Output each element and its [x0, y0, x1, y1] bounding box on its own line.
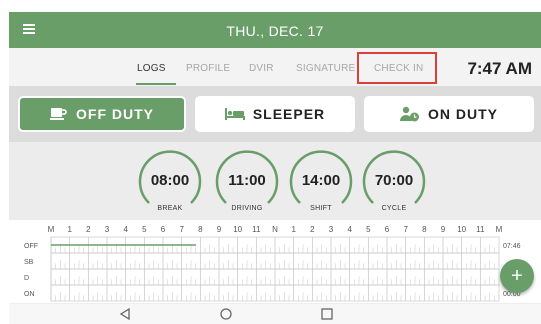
- app-header: THU., DEC. 17: [9, 12, 541, 48]
- hour-label: 10: [233, 225, 242, 234]
- hour-label: 2: [310, 225, 315, 234]
- hour-label: 3: [105, 225, 110, 234]
- hour-label: 1: [67, 225, 72, 234]
- shift-gauge: 14:00 SHIFT: [286, 145, 356, 217]
- hour-label: 10: [457, 225, 466, 234]
- hour-label: 6: [161, 225, 166, 234]
- off-duty-button[interactable]: OFF DUTY: [18, 96, 186, 132]
- hour-label: 4: [347, 225, 352, 234]
- tab-bar: LOGS PROFILE DVIR SIGNATURE CHECK IN 7:4…: [9, 48, 541, 87]
- sleeper-label: SLEEPER: [252, 106, 326, 122]
- hour-label: 2: [86, 225, 91, 234]
- row-total: 07:46: [503, 243, 521, 250]
- hours-gauges: 08:00 BREAK 11:00 DRIVING 14:00 SHIFT 70…: [9, 142, 541, 220]
- log-grid-chart: M 1 2 3 4 5 6 7 8 9 10 11 N 1 2 3 4 5 6 7 8 9 10 11 M OFF 07:46 SB D…: [24, 225, 521, 302]
- hour-label: 3: [329, 225, 334, 234]
- hour-label: 6: [385, 225, 390, 234]
- coffee-cup-icon: [50, 108, 67, 120]
- tab-dvir[interactable]: DVIR: [249, 63, 274, 74]
- row-label: ON: [24, 291, 35, 298]
- bed-icon: [224, 108, 245, 120]
- hour-label: 1: [291, 225, 296, 234]
- driving-label: DRIVING: [231, 205, 263, 212]
- break-value: 08:00: [150, 172, 190, 189]
- recents-square-icon[interactable]: [321, 308, 333, 320]
- active-tab-indicator: [136, 83, 176, 85]
- shift-value: 14:00: [301, 172, 341, 189]
- on-duty-button[interactable]: ON DUTY: [364, 96, 534, 132]
- check-in-highlight-box: [357, 52, 437, 84]
- hour-label: 5: [366, 225, 371, 234]
- home-circle-icon[interactable]: [220, 308, 232, 320]
- add-event-button[interactable]: +: [500, 259, 534, 293]
- row-label: OFF: [24, 243, 38, 250]
- cycle-label: CYCLE: [381, 205, 407, 212]
- hour-label: N: [272, 225, 278, 234]
- log-grid[interactable]: M 1 2 3 4 5 6 7 8 9 10 11 N 1 2 3 4 5 6 7 8 9 10 11 M OFF 07:46 SB D…: [9, 220, 541, 303]
- driving-value: 11:00: [228, 172, 266, 189]
- shift-label: SHIFT: [310, 205, 332, 212]
- cycle-value: 70:00: [374, 172, 414, 189]
- duty-status-bar: OFF DUTY SLEEPER ON DUTY: [9, 87, 541, 142]
- hour-label: 11: [252, 225, 261, 234]
- row-label: SB: [24, 259, 34, 266]
- cycle-gauge: 70:00 CYCLE: [359, 145, 429, 217]
- system-nav-bar: [9, 303, 541, 324]
- row-label: D: [24, 275, 29, 282]
- sleeper-button[interactable]: SLEEPER: [195, 96, 355, 132]
- off-duty-label: OFF DUTY: [76, 106, 154, 122]
- tab-logs[interactable]: LOGS: [137, 63, 166, 74]
- break-label: BREAK: [157, 205, 183, 212]
- tab-signature[interactable]: SIGNATURE: [296, 63, 355, 74]
- hour-label: 7: [403, 225, 408, 234]
- moon-icon[interactable]: [511, 20, 531, 40]
- tab-profile[interactable]: PROFILE: [186, 63, 230, 74]
- hour-label: 7: [179, 225, 184, 234]
- hour-label: 8: [198, 225, 203, 234]
- driver-clock-icon: [400, 106, 419, 122]
- hour-label: 9: [441, 225, 446, 234]
- current-time: 7:47 AM: [467, 59, 532, 78]
- back-triangle-icon[interactable]: [119, 308, 131, 320]
- hour-label: M: [496, 225, 503, 234]
- hour-label: 11: [476, 225, 485, 234]
- on-duty-label: ON DUTY: [428, 106, 498, 122]
- hour-label: 5: [142, 225, 147, 234]
- driving-gauge: 11:00 DRIVING: [212, 145, 282, 217]
- page-title: THU., DEC. 17: [226, 23, 324, 39]
- hour-label: M: [48, 225, 55, 234]
- hour-label: 4: [123, 225, 128, 234]
- hour-label: 9: [217, 225, 222, 234]
- break-gauge: 08:00 BREAK: [135, 145, 205, 217]
- hour-label: 8: [422, 225, 427, 234]
